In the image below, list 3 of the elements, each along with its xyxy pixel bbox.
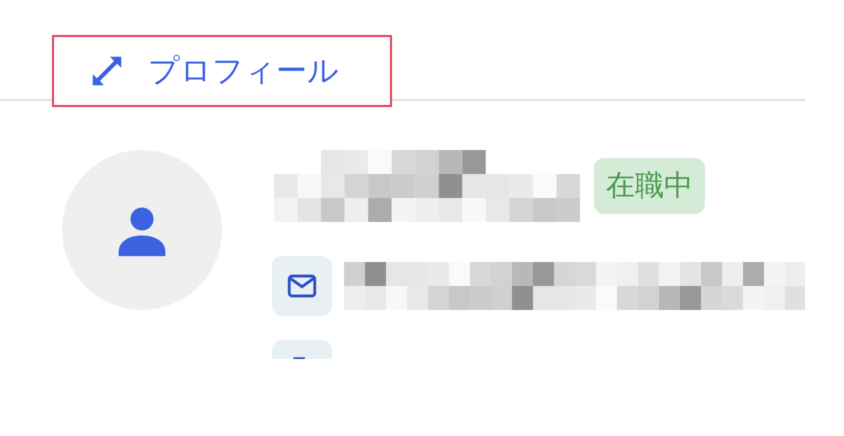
profile-button[interactable]: プロフィール: [52, 35, 392, 107]
status-badge: 在職中: [594, 158, 705, 214]
mail-icon: [272, 256, 332, 316]
